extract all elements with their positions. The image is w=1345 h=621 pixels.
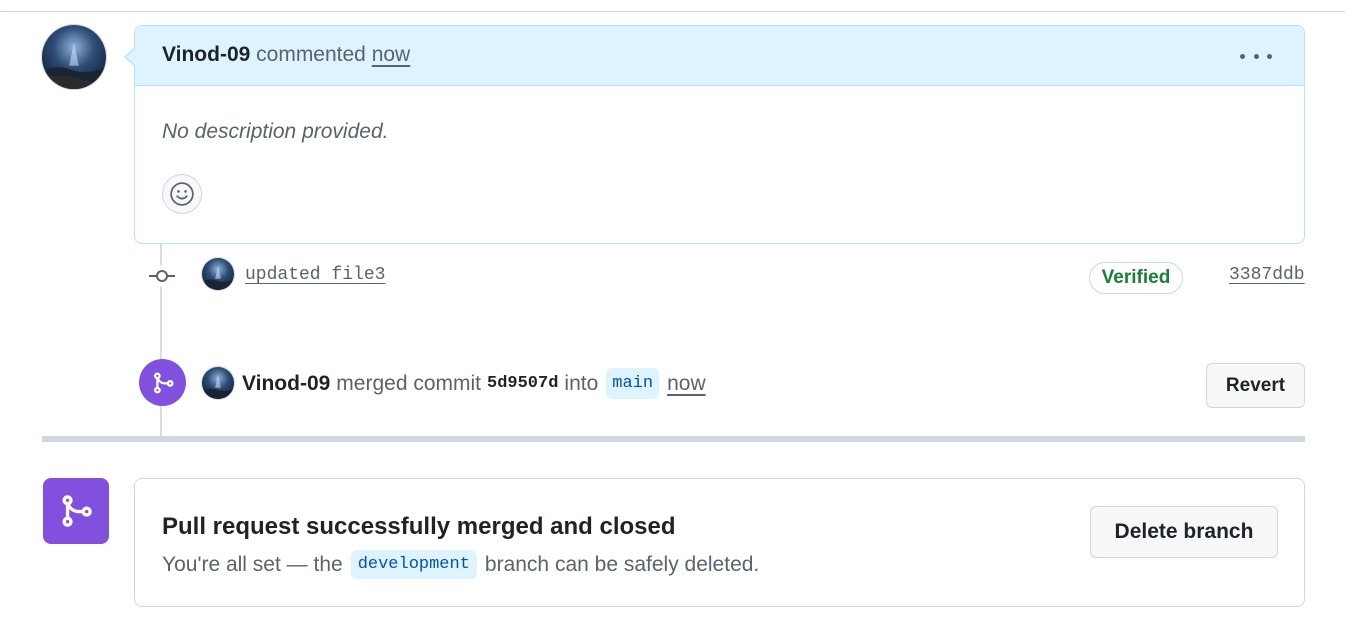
comment-card: Vinod-09 commented now No description pr… <box>134 25 1305 244</box>
comment-header: Vinod-09 commented now <box>135 26 1304 86</box>
git-merge-icon <box>62 495 92 527</box>
comment-pointer-fill <box>126 49 135 65</box>
avatar[interactable] <box>41 24 107 90</box>
merge-status-suffix: branch can be safely deleted. <box>484 552 760 576</box>
target-branch-chip[interactable]: main <box>606 368 660 399</box>
timeline-end-divider <box>42 436 1305 442</box>
git-merge-icon <box>153 372 174 393</box>
merge-into: into <box>564 371 599 395</box>
merge-timestamp-link[interactable]: now <box>667 372 706 396</box>
top-divider <box>0 0 1345 12</box>
comment-header-text: Vinod-09 commented now <box>162 43 410 67</box>
avatar-image <box>202 258 234 290</box>
source-branch-chip[interactable]: development <box>350 550 477 579</box>
merge-status-prefix: You're all set — the <box>162 552 343 576</box>
merge-author-avatar[interactable] <box>201 366 235 400</box>
merge-status-card: Pull request successfully merged and clo… <box>134 478 1305 607</box>
revert-button[interactable]: Revert <box>1206 363 1305 408</box>
smiley-icon <box>170 182 194 206</box>
merge-action: merged commit <box>336 371 481 395</box>
merged-status-badge <box>43 478 109 544</box>
comment-timestamp-link[interactable]: now <box>372 43 411 66</box>
merged-commit-sha-link[interactable]: 5d9507d <box>487 374 558 393</box>
comment-action: commented <box>256 43 366 66</box>
merge-status-title: Pull request successfully merged and clo… <box>162 513 676 540</box>
avatar-image <box>202 367 234 399</box>
comment-body: No description provided. <box>162 120 389 143</box>
delete-branch-button[interactable]: Delete branch <box>1090 506 1278 558</box>
merge-event-text: Vinod-09 merged commit 5d9507d into main… <box>242 368 706 399</box>
verified-badge[interactable]: Verified <box>1089 262 1183 294</box>
comment-author-link[interactable]: Vinod-09 <box>162 43 250 66</box>
commit-sha-link[interactable]: 3387ddb <box>1229 265 1305 285</box>
merge-event-badge <box>139 359 186 406</box>
kebab-horizontal-icon[interactable] <box>1240 46 1272 66</box>
add-reaction-button[interactable] <box>162 174 202 214</box>
merge-status-subtitle: You're all set — the development branch … <box>162 550 759 579</box>
git-commit-icon <box>148 265 176 287</box>
commit-author-avatar[interactable] <box>201 257 235 291</box>
commit-message-link[interactable]: updated file3 <box>245 265 385 285</box>
avatar-image <box>42 25 106 89</box>
merge-author-link[interactable]: Vinod-09 <box>242 372 330 396</box>
